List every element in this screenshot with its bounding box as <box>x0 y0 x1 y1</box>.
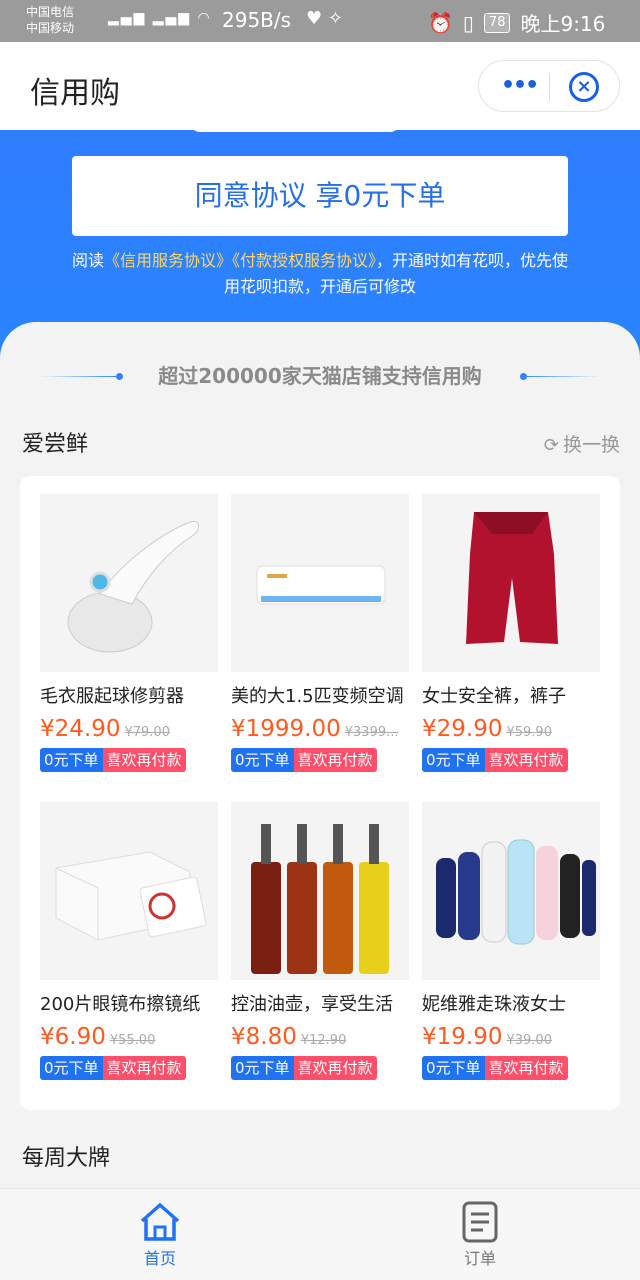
agreement-note: 阅读《信用服务协议》《付款授权服务协议》，开通时如有花呗，优先使用花呗扣款，开通… <box>70 248 570 300</box>
content-panel: 超过200000家天猫店铺支持信用购 爱尝鲜 ⟳ 换一换 毛衣服起球修剪器 ¥24… <box>0 322 640 1188</box>
product-original-price: ¥39.00 <box>506 1033 552 1048</box>
zero-order-tag: 0元下单 <box>40 1056 103 1080</box>
note-prefix: 阅读 <box>71 251 104 270</box>
pay-later-tag: 喜欢再付款 <box>102 748 186 772</box>
nav-orders-label: 订单 <box>463 1249 496 1268</box>
product-price: ¥24.90 <box>40 716 121 742</box>
product-price: ¥29.90 <box>422 716 503 742</box>
product-item[interactable]: 美的大1.5匹变频空调 ¥1999.00 ¥3399... 0元下单 喜欢再付款 <box>231 494 409 778</box>
pay-later-tag: 喜欢再付款 <box>484 1056 568 1080</box>
zero-order-tag: 0元下单 <box>422 1056 485 1080</box>
product-price: ¥19.90 <box>422 1024 503 1050</box>
product-name: 美的大1.5匹变频空调 <box>231 686 404 707</box>
pay-later-tag: 喜欢再付款 <box>484 748 568 772</box>
home-icon <box>140 1203 180 1241</box>
product-original-price: ¥3399... <box>344 725 399 740</box>
product-original-price: ¥59.90 <box>506 725 552 740</box>
product-image <box>422 802 600 980</box>
mini-program-header: 信用购 ••• × <box>0 42 640 130</box>
banner-line-left <box>40 376 120 377</box>
product-name: 女士安全裤，裤子 <box>422 686 566 707</box>
more-icon[interactable]: ••• <box>501 73 539 98</box>
zero-order-tag: 0元下单 <box>231 748 294 772</box>
bottom-nav: 首页 订单 <box>0 1188 640 1280</box>
product-name: 毛衣服起球修剪器 <box>40 686 184 707</box>
agree-button[interactable]: 同意协议 享0元下单 <box>72 156 568 236</box>
product-image <box>231 802 409 980</box>
pay-later-tag: 喜欢再付款 <box>102 1056 186 1080</box>
payment-agreement-link[interactable]: 《付款授权服务协议》 <box>232 251 376 270</box>
close-icon[interactable]: × <box>569 72 599 102</box>
product-name: 妮维雅走珠液女士 <box>422 994 566 1015</box>
section-title: 爱尝鲜 <box>22 432 89 457</box>
carrier-1: 中国电信 <box>26 5 75 19</box>
alarm-icon: ⏰ <box>428 10 453 35</box>
store-banner: 超过200000家天猫店铺支持信用购 <box>0 360 640 392</box>
product-original-price: ¥79.00 <box>124 725 170 740</box>
capsule-menu: ••• × <box>478 60 620 112</box>
signal-icon: ▂▄▆ ▂▄▆ ◠ <box>108 10 212 26</box>
clock: 晚上9:16 <box>520 12 606 36</box>
capsule-divider <box>549 73 550 101</box>
product-image <box>231 494 409 672</box>
product-price: ¥6.90 <box>40 1024 106 1050</box>
product-item[interactable]: 女士安全裤，裤子 ¥29.90 ¥59.90 0元下单 喜欢再付款 <box>422 494 600 778</box>
product-item[interactable]: 控油油壶，享受生活 ¥8.80 ¥12.90 0元下单 喜欢再付款 <box>231 802 409 1086</box>
product-card: 毛衣服起球修剪器 ¥24.90 ¥79.00 0元下单 喜欢再付款 美的大1.5匹变… <box>20 476 620 1110</box>
nav-home[interactable]: 首页 <box>120 1199 200 1269</box>
zero-order-tag: 0元下单 <box>422 748 485 772</box>
pay-later-tag: 喜欢再付款 <box>293 748 377 772</box>
status-bar: 中国电信 中国移动 ▂▄▆ ▂▄▆ ◠ 295B/s ♥ ✧ ⏰ ▯ 78 晚上… <box>0 0 640 42</box>
nav-home-label: 首页 <box>143 1249 176 1268</box>
product-name: 200片眼镜布擦镜纸 <box>40 994 201 1015</box>
battery-indicator: 78 <box>483 12 511 33</box>
banner-dot-left <box>116 373 123 380</box>
pay-later-tag: 喜欢再付款 <box>293 1056 377 1080</box>
zero-order-tag: 0元下单 <box>40 748 103 772</box>
banner-line-right <box>520 376 600 377</box>
product-image <box>422 494 600 672</box>
health-icon: ♥ ✧ <box>306 8 343 29</box>
page-title: 信用购 <box>30 76 120 111</box>
carrier-info: 中国电信 中国移动 <box>26 4 74 36</box>
carrier-2: 中国移动 <box>26 21 75 35</box>
product-image <box>40 802 218 980</box>
nav-orders[interactable]: 订单 <box>440 1199 520 1269</box>
product-name: 控油油壶，享受生活 <box>231 994 393 1015</box>
decorative-tab <box>190 120 400 132</box>
zero-order-tag: 0元下单 <box>231 1056 294 1080</box>
product-original-price: ¥12.90 <box>300 1033 347 1048</box>
weekly-brands-title: 每周大牌 <box>22 1146 111 1171</box>
credit-agreement-link[interactable]: 《信用服务协议》 <box>104 251 232 270</box>
banner-text: 超过200000家天猫店铺支持信用购 <box>158 364 482 388</box>
product-item[interactable]: 200片眼镜布擦镜纸 ¥6.90 ¥55.00 0元下单 喜欢再付款 <box>40 802 218 1086</box>
product-item[interactable]: 妮维雅走珠液女士 ¥19.90 ¥39.00 0元下单 喜欢再付款 <box>422 802 600 1086</box>
order-list-icon <box>462 1201 498 1243</box>
refresh-label: 换一换 <box>562 434 620 456</box>
vibrate-icon: ▯ <box>462 10 474 35</box>
product-original-price: ¥55.00 <box>109 1033 156 1048</box>
product-image <box>40 494 218 672</box>
refresh-icon: ⟳ <box>543 435 559 456</box>
product-item[interactable]: 毛衣服起球修剪器 ¥24.90 ¥79.00 0元下单 喜欢再付款 <box>40 494 218 778</box>
net-speed: 295B/s <box>222 8 292 32</box>
product-price: ¥1999.00 <box>231 716 341 742</box>
product-price: ¥8.80 <box>231 1024 297 1050</box>
section-header: 爱尝鲜 ⟳ 换一换 <box>22 426 620 458</box>
refresh-button[interactable]: ⟳ 换一换 <box>544 430 620 457</box>
